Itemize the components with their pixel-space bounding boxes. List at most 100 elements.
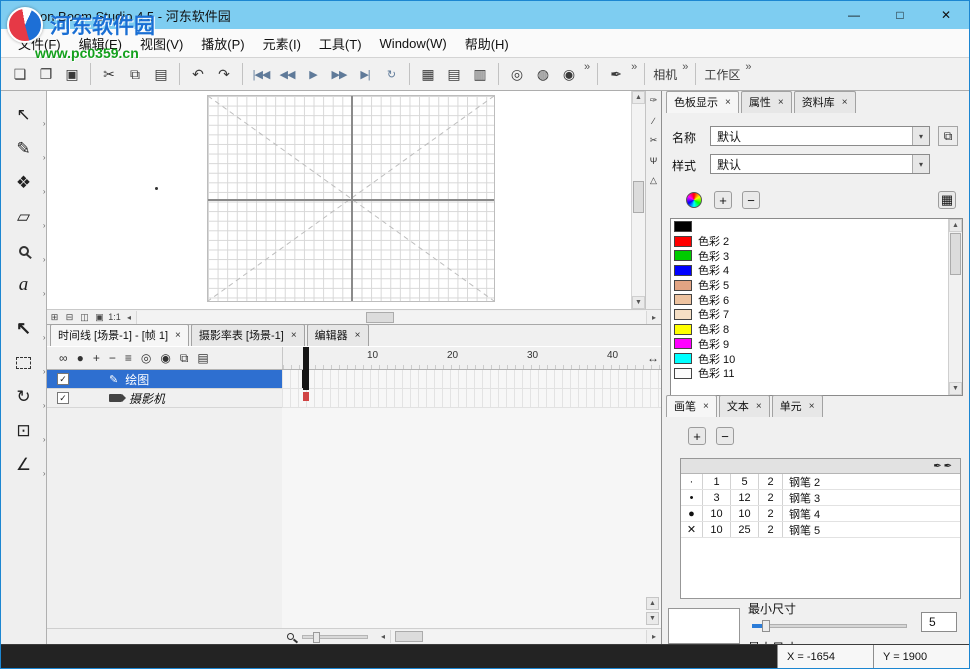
track-header[interactable]: ✓ 摄影机	[47, 389, 282, 408]
drawing-tools-chevron[interactable]: »	[631, 58, 637, 73]
maximize-button[interactable]: □	[877, 1, 923, 29]
scroll-down-icon[interactable]: ▼	[949, 382, 962, 395]
minimize-button[interactable]: —	[831, 1, 877, 29]
close-tab-icon[interactable]: ×	[756, 401, 762, 412]
timeline-tool-icon[interactable]: ▤	[197, 351, 208, 365]
add-pen-button[interactable]: +	[688, 427, 706, 445]
timeline-tool-icon[interactable]: ≡	[125, 351, 132, 365]
color-swatch[interactable]	[674, 338, 692, 349]
view-toggle-icon[interactable]: ▣	[92, 311, 107, 324]
scroll-down-icon[interactable]: ▼	[646, 612, 659, 625]
slider-thumb[interactable]	[762, 620, 770, 632]
text-tool[interactable]: a ›	[9, 273, 39, 296]
tab-library[interactable]: 资料库 ×	[794, 91, 856, 113]
transform-tool[interactable]: ↖ ›	[9, 317, 39, 340]
fast-forward-button[interactable]: ▶▶	[328, 62, 350, 86]
color-wheel-icon[interactable]	[686, 192, 702, 208]
remove-color-button[interactable]: −	[742, 191, 760, 209]
grid-toggle-button[interactable]: ▦	[417, 62, 439, 86]
pen-row[interactable]: ✕ 10 25 2 钢笔 5	[681, 522, 960, 538]
swatch-grid-view-icon[interactable]: ▦	[938, 191, 956, 209]
tab-text[interactable]: 文本 ×	[719, 395, 770, 417]
color-row[interactable]: 色彩 3	[671, 248, 962, 263]
expand-frames-icon[interactable]: ↔	[647, 351, 659, 365]
select-tool[interactable]: ↖ ›	[9, 103, 39, 126]
palette-name-dropdown[interactable]: 默认 ▾	[710, 126, 930, 146]
color-swatch[interactable]	[674, 280, 692, 291]
side-tool-icon[interactable]: ✑	[646, 94, 661, 107]
menu-item[interactable]: 播放(P)	[192, 29, 253, 57]
canvas-horizontal-scrollbar[interactable]	[136, 311, 647, 324]
scroll-up-icon[interactable]: ▲	[632, 91, 645, 104]
palette-style-dropdown[interactable]: 默认 ▾	[710, 154, 930, 174]
timeline-tool-icon[interactable]: ●	[77, 351, 84, 365]
menu-item[interactable]: 工具(T)	[310, 29, 371, 57]
remove-pen-button[interactable]: −	[716, 427, 734, 445]
menu-item[interactable]: 帮助(H)	[456, 29, 518, 57]
track-enable-checkbox[interactable]: ✓	[57, 392, 69, 404]
frame-ruler[interactable]: 10203040 ↔	[282, 347, 661, 369]
slider-track[interactable]	[752, 624, 907, 628]
tab-exposure-sheet[interactable]: 摄影率表 [场景-1] ×	[191, 324, 305, 346]
color-swatch[interactable]	[674, 309, 692, 320]
go-last-frame-button[interactable]: ▶|	[354, 62, 376, 86]
timeline-horizontal-scrollbar[interactable]	[390, 630, 647, 643]
timeline-tool-icon[interactable]: ◉	[160, 351, 170, 365]
side-tool-icon[interactable]: △	[646, 174, 661, 187]
chevron-down-icon[interactable]: ▾	[912, 155, 929, 173]
new-scene-button[interactable]: ❏	[9, 62, 31, 86]
timeline-tool-icon[interactable]: ⧉	[180, 351, 189, 366]
rewind-button[interactable]: ◀◀	[276, 62, 298, 86]
tab-timeline[interactable]: 时间线 [场景-1] - [帧 1] ×	[50, 324, 189, 346]
timeline-tool-icon[interactable]: ∞	[59, 351, 68, 365]
color-swatch[interactable]	[674, 294, 692, 305]
onion-skin-button[interactable]: ◎	[506, 62, 528, 86]
canvas-vertical-scrollbar[interactable]: ▲ ▼	[631, 91, 645, 309]
color-row[interactable]: 色彩 2	[671, 234, 962, 249]
color-row[interactable]: 色彩 10	[671, 351, 962, 366]
eraser-tool[interactable]: ▱ ›	[9, 205, 39, 228]
motion-tool[interactable]: ⊡ ›	[9, 419, 39, 442]
chevron-down-icon[interactable]: ▾	[912, 127, 929, 145]
view-toggle-icon[interactable]: ⊞	[47, 311, 62, 324]
scrollbar-thumb[interactable]	[633, 181, 644, 213]
drawing-canvas[interactable]: ▲ ▼ ✑∕✂Ψ△ ⊞⊟◫▣1:1 ◂ ▸	[47, 91, 661, 324]
color-swatch[interactable]	[674, 250, 692, 261]
current-frame-marker[interactable]	[303, 347, 309, 390]
duplicate-palette-button[interactable]: ⧉	[938, 126, 958, 146]
brush-tool[interactable]: ✎ ›	[9, 137, 39, 160]
close-tab-icon[interactable]: ×	[809, 401, 815, 412]
static-light-table-button[interactable]: ◉	[558, 62, 580, 86]
close-button[interactable]: ✕	[923, 1, 969, 29]
color-swatch[interactable]	[674, 265, 692, 276]
scroll-up-icon[interactable]: ▲	[646, 597, 659, 610]
open-button[interactable]: ❐	[35, 62, 57, 86]
camera-dropdown[interactable]: 相机	[653, 66, 677, 83]
copy-button[interactable]: ⧉	[124, 62, 146, 86]
track-frames[interactable]	[282, 370, 661, 389]
workspace-dropdown[interactable]: 工作区	[704, 66, 740, 83]
timeline-tool-icon[interactable]: +	[93, 351, 100, 365]
side-tool-icon[interactable]: Ψ	[646, 154, 661, 167]
loop-button[interactable]: ↻	[380, 62, 402, 86]
grid-overlay-button[interactable]: ▥	[469, 62, 491, 86]
side-tool-icon[interactable]: ∕	[646, 114, 661, 127]
color-swatch[interactable]	[674, 236, 692, 247]
scroll-right-icon[interactable]: ▸	[647, 311, 661, 324]
drawing-tool-icon[interactable]: ✒	[605, 62, 627, 86]
play-button[interactable]: ▶	[302, 62, 324, 86]
color-row[interactable]: 色彩 7	[671, 307, 962, 322]
skew-tool[interactable]: ∠ ›	[9, 453, 39, 476]
view-toggle-icon[interactable]: 1:1	[107, 311, 122, 324]
color-list-scrollbar[interactable]: ▲ ▼	[948, 219, 962, 395]
track-frames[interactable]	[282, 389, 661, 408]
tab-editor[interactable]: 编辑器 ×	[307, 324, 369, 346]
min-size-input[interactable]: 5	[921, 612, 957, 632]
min-size-slider[interactable]	[752, 620, 907, 632]
close-tab-icon[interactable]: ×	[778, 97, 784, 108]
tab-cell[interactable]: 单元 ×	[772, 395, 823, 417]
scroll-left-icon[interactable]: ◂	[122, 311, 136, 324]
go-first-frame-button[interactable]: |◀◀	[250, 62, 272, 86]
close-tab-icon[interactable]: ×	[355, 330, 361, 341]
toolbar-overflow-chevron[interactable]: »	[584, 58, 590, 73]
